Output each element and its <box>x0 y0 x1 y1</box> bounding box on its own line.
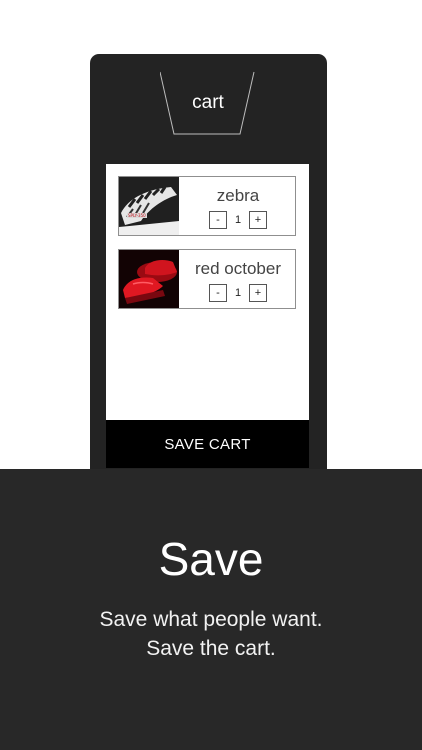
red-sneaker-image <box>119 250 179 308</box>
increase-button[interactable]: + <box>249 211 267 229</box>
increase-button[interactable]: + <box>249 284 267 302</box>
phone-mockup: cart SPLY-350 zebra - 1 + red october - … <box>90 54 327 514</box>
cart-item-zebra[interactable]: SPLY-350 zebra - 1 + <box>118 176 296 236</box>
zebra-sneaker-image: SPLY-350 <box>119 177 179 235</box>
promo-subtext: Save what people want. Save the cart. <box>0 605 422 663</box>
promo-line-2: Save the cart. <box>146 637 276 660</box>
quantity-stepper: - 1 + <box>181 211 295 229</box>
promo-line-1: Save what people want. <box>99 608 323 631</box>
sneaker-label-text: SPLY-350 <box>128 213 146 218</box>
item-name: red october <box>195 259 281 278</box>
cart-title: cart <box>192 92 224 113</box>
quantity-value: 1 <box>235 214 242 226</box>
quantity-stepper: - 1 + <box>181 284 295 302</box>
save-cart-button[interactable]: SAVE CART <box>106 420 309 468</box>
cart-item-red-october[interactable]: red october - 1 + <box>118 249 296 309</box>
decrease-button[interactable]: - <box>209 211 227 229</box>
decrease-button[interactable]: - <box>209 284 227 302</box>
item-name: zebra <box>216 186 260 205</box>
quantity-value: 1 <box>235 287 242 299</box>
cart-screen: SPLY-350 zebra - 1 + red october - 1 + <box>106 164 309 420</box>
promo-headline: Save <box>158 533 264 585</box>
promo-caption: Save Save what people want. Save the car… <box>0 469 422 750</box>
